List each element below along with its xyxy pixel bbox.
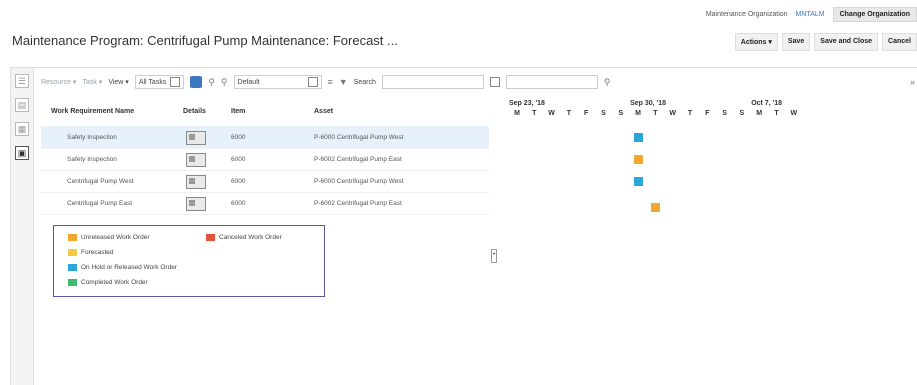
org-code-link[interactable]: MNTALM	[796, 11, 825, 18]
gantt-day-label: T	[687, 110, 693, 117]
calendar-icon[interactable]: ▦	[15, 122, 29, 136]
gantt-day-label: S	[739, 110, 745, 117]
row-asset: P-6002 Centrifugal Pump East	[314, 156, 402, 163]
legend-swatch	[68, 249, 77, 256]
cancel-button[interactable]: Cancel	[882, 33, 917, 51]
dropdown-icon[interactable]	[489, 77, 500, 87]
table-row[interactable]: Safety Inspection 6000 P-6000 Centrifuga…	[41, 126, 489, 149]
legend-item-forecasted: Forecasted	[68, 249, 114, 256]
legend-item-canceled: Canceled Work Order	[206, 234, 282, 241]
gantt-bar[interactable]	[634, 177, 644, 186]
grid-header: Work Requirement Name Details Item Asset	[41, 96, 489, 120]
table-row[interactable]: Centrifugal Pump East 6000 P-6002 Centri…	[41, 192, 489, 215]
gantt-day-label: T	[566, 110, 572, 117]
actions-button[interactable]: Actions	[734, 33, 778, 51]
gantt-bar[interactable]	[634, 155, 644, 164]
gantt-header: Sep 23, '18 Sep 30, '18 Oct 7, '18 M T W T F S S M…	[497, 96, 917, 126]
gantt-day-label: T	[653, 110, 658, 117]
view-menu[interactable]: View ▾	[108, 78, 129, 86]
row-name: Centrifugal Pump East	[67, 200, 133, 207]
search-input[interactable]	[505, 75, 598, 89]
column-item[interactable]: Item	[231, 108, 245, 115]
gantt-day-label: F	[584, 110, 589, 117]
legend-swatch	[68, 264, 77, 271]
page-title: Maintenance Program: Centrifugal Pump Ma…	[12, 33, 398, 48]
filter-icon[interactable]: ▼	[339, 77, 348, 87]
gantt-day-label: S	[601, 110, 606, 117]
gantt-day-label: S	[618, 110, 624, 117]
table-row[interactable]: Safety Inspection 6000 P-6002 Centrifuga…	[41, 148, 489, 171]
gantt-day-label: M	[635, 110, 642, 117]
legend-item-on-hold: On Hold or Released Work Order	[68, 264, 177, 271]
row-item: 6000	[231, 134, 246, 141]
table-row[interactable]: Centrifugal Pump West 6000 P-6000 Centri…	[41, 170, 489, 193]
legend-item-unreleased: Unreleased Work Order	[68, 234, 150, 241]
default-select[interactable]: Default	[233, 75, 322, 89]
gantt-day-label: M	[756, 110, 763, 117]
details-icon[interactable]	[186, 131, 206, 145]
details-icon[interactable]	[186, 153, 206, 167]
dropdown-icon	[307, 77, 318, 87]
details-icon[interactable]	[186, 175, 206, 189]
gantt-day-label: T	[532, 110, 537, 117]
row-item: 6000	[231, 200, 246, 207]
legend-swatch	[68, 279, 77, 286]
resource-menu[interactable]: Resource ▾	[41, 78, 76, 86]
gantt-bar[interactable]	[634, 133, 644, 142]
search-field-select[interactable]	[381, 75, 484, 89]
gantt-week-label: Oct 7, '18	[751, 100, 783, 107]
document-icon[interactable]: ▤	[15, 98, 29, 112]
gantt-view-icon[interactable]	[190, 76, 203, 88]
save-and-close-button[interactable]: Save and Close	[814, 33, 879, 51]
gantt-week-label: Sep 30, '18	[630, 100, 667, 107]
gantt-day-label: S	[722, 110, 727, 117]
list-icon[interactable]: ☰	[15, 74, 29, 88]
dropdown-icon	[170, 77, 181, 87]
top-bar: Maintenance Organization MNTALM Change O…	[706, 6, 917, 22]
row-item: 6000	[231, 156, 246, 163]
task-menu[interactable]: Task ▾	[82, 78, 102, 86]
column-asset[interactable]: Asset	[314, 108, 333, 115]
gantt-day-label: F	[705, 110, 710, 117]
gantt-week-label: Sep 23, '18	[509, 100, 545, 107]
row-asset: P-6000 Centrifugal Pump West	[314, 178, 404, 185]
columns-icon[interactable]: ≡	[328, 77, 333, 87]
row-item: 6000	[231, 178, 246, 185]
row-asset: P-6000 Centrifugal Pump West	[314, 134, 404, 141]
zoom-out-icon[interactable]: ⚲	[221, 77, 228, 88]
details-icon[interactable]	[186, 197, 206, 211]
legend-swatch	[206, 234, 215, 241]
row-asset: P-6002 Centrifugal Pump East	[314, 200, 402, 207]
zoom-in-icon[interactable]: ⚲	[208, 77, 215, 88]
save-button[interactable]: Save	[781, 33, 811, 51]
gantt-day-label: W	[548, 110, 555, 117]
column-details[interactable]: Details	[183, 108, 206, 115]
row-name: Safety Inspection	[67, 134, 117, 141]
row-name: Safety Inspection	[67, 156, 117, 163]
legend: Unreleased Work Order Canceled Work Orde…	[53, 225, 325, 297]
gantt-bar[interactable]	[651, 203, 661, 212]
org-label: Maintenance Organization	[705, 10, 788, 18]
action-buttons: Actions Save Save and Close Cancel	[734, 33, 917, 51]
legend-item-completed: Completed Work Order	[68, 279, 148, 286]
gantt-day-label: W	[669, 110, 676, 117]
gantt-day-label: M	[514, 110, 520, 117]
search-icon[interactable]: ⚲	[604, 77, 611, 88]
legend-swatch	[68, 234, 77, 241]
panel-splitter[interactable]: •	[491, 249, 497, 263]
row-name: Centrifugal Pump West	[67, 178, 134, 185]
search-label: Search	[353, 78, 376, 86]
change-organization-button[interactable]: Change Organization	[832, 6, 917, 22]
side-tabs: ☰ ▤ ▦ ▣	[11, 68, 34, 385]
column-work-requirement-name[interactable]: Work Requirement Name	[51, 108, 134, 115]
forecast-panel: ☰ ▤ ▦ ▣ Resource ▾ Task ▾ View ▾ All Tas…	[10, 67, 917, 385]
all-tasks-select[interactable]: All Tasks	[134, 75, 185, 89]
expand-icon[interactable]: »	[910, 77, 915, 87]
gantt-day-label: W	[790, 110, 798, 117]
gantt-day-label: T	[774, 110, 779, 117]
toolbar: Resource ▾ Task ▾ View ▾ All Tasks ⚲ ⚲ D…	[41, 73, 917, 91]
gantt-icon[interactable]: ▣	[15, 146, 29, 160]
